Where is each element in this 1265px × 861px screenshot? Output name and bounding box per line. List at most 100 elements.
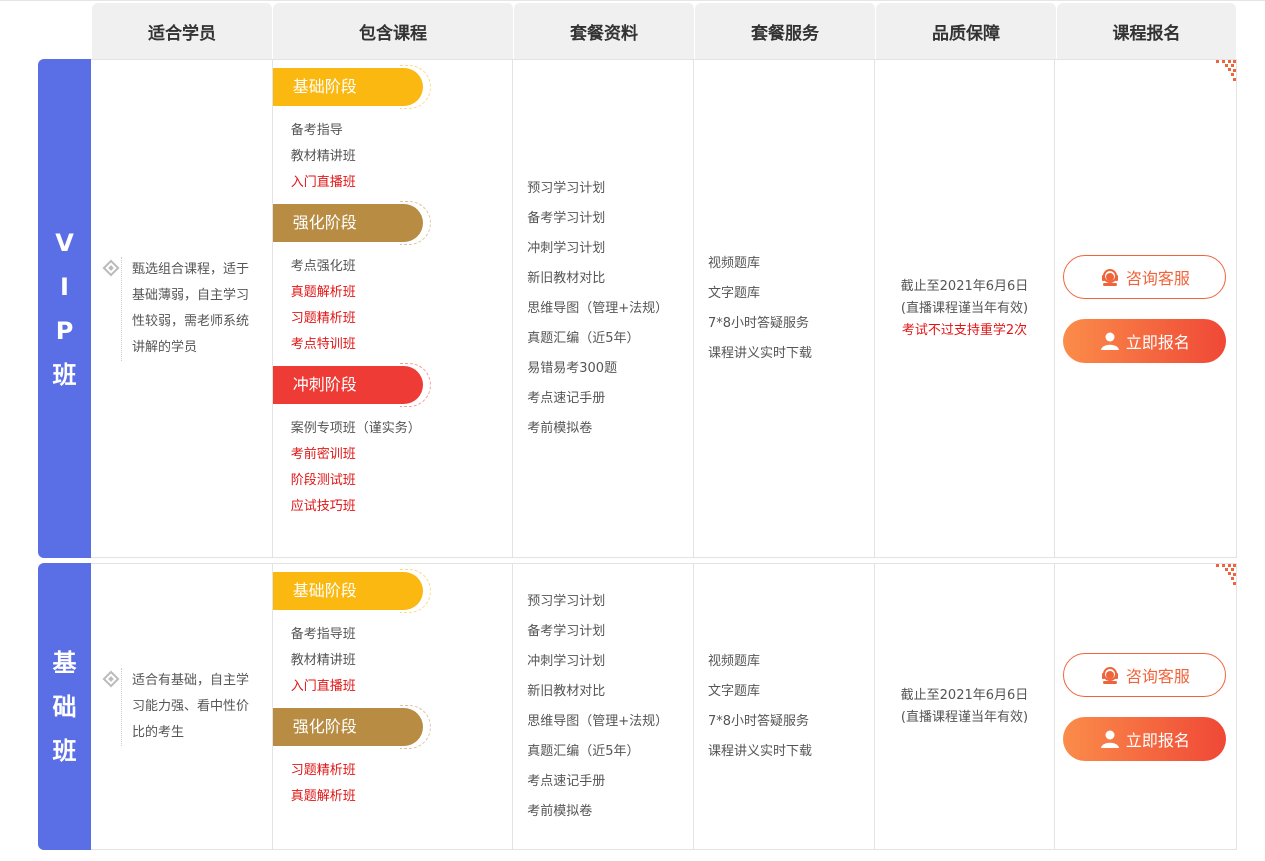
enroll-button[interactable]: 立即报名 (1063, 318, 1227, 363)
course-item[interactable]: 考点特训班 (291, 332, 513, 358)
services-cell: 视频题库文字题库 7*8小时答疑服务 课程讲义实时下载 (692, 60, 874, 557)
row-label: 基础班 (38, 563, 91, 850)
qr-code-icon[interactable] (1212, 564, 1237, 588)
material-item: 备考学习计划 (527, 210, 606, 226)
course-item[interactable]: 阶段测试班 (291, 468, 513, 494)
course-item[interactable]: 入门直播班 (291, 674, 513, 700)
consult-button[interactable]: 咨询客服 (1063, 652, 1227, 697)
user-icon (1100, 729, 1126, 749)
top-divider (0, 0, 1265, 1)
consult-label: 咨询客服 (1125, 666, 1190, 686)
material-item: 思维导图（管理+法规） (527, 713, 669, 729)
row-label-char: 基 (52, 648, 77, 677)
services-list: 视频题库文字题库 7*8小时答疑服务 课程讲义实时下载 (708, 249, 812, 369)
course-item[interactable]: 真题解析班 (291, 280, 513, 306)
header-enroll: 课程报名 (1057, 3, 1237, 59)
material-item: 新旧教材对比 (527, 683, 606, 699)
materials-cell: 预习学习计划 备考学习计划 冲刺学习计划 新旧教材对比 思维导图（管理+法规） 真题汇编（… (512, 564, 693, 849)
students-cell: 适合有基础，自主学习能力强、看中性价比的考生 (91, 564, 272, 849)
students-description: 甄选组合课程，适于基础薄弱，自主学习性较弱，需老师系统讲解的学员 (121, 256, 250, 361)
row-label-char: P (55, 316, 74, 345)
enroll-cell: 咨询客服 立即报名 (1054, 564, 1237, 849)
course-list: 备考指导 教材精讲班 入门直播班 (273, 106, 513, 204)
service-item: 课程讲义实时下载 (707, 743, 812, 759)
enroll-label: 立即报名 (1125, 730, 1190, 750)
material-item: 冲刺学习计划 (527, 240, 606, 256)
stage-badge: 基础阶段 (272, 65, 431, 109)
service-item: 视频题库 (707, 653, 760, 669)
row-label: VIP班 (38, 59, 91, 558)
material-item: 考点速记手册 (527, 390, 606, 406)
user-icon (1100, 331, 1126, 351)
course-row: V I P 班甄选组合课程，适于基础薄弱，自主学习性较弱，需老师系统讲解的学员 基础阶段… (38, 59, 1237, 558)
stage-badge: 冲刺阶段 (272, 363, 431, 407)
guarantee-text: 截止至2021年6月6日 (直播课程谨当年有效) 考试不过支持重学2次 (875, 276, 1055, 342)
materials-list: 预习学习计划 备考学习计划 冲刺学习计划 新旧教材对比 思维导图（管理+法规） 真题汇编（… (527, 174, 668, 444)
courses-cell: 基础阶段 备考指导班 教材精讲班 入门直播班 强化阶段 习题精析班 真题解析班 (271, 564, 513, 849)
row-label-char: 础 (52, 692, 77, 721)
material-item: 易错易考300题 (527, 360, 618, 376)
course-item[interactable]: 备考指导 (291, 118, 513, 144)
students-block: 甄选组合课程，适于基础薄弱，自主学习性较弱，需老师系统讲解的学员 (102, 256, 250, 361)
header-students: 适合学员 (92, 3, 273, 59)
material-item: 冲刺学习计划 (527, 653, 606, 669)
service-item: 7*8小时答疑服务 (707, 713, 809, 729)
guarantee-line: 截止至2021年6月6日 (900, 278, 1029, 294)
header-courses: 包含课程 (273, 3, 514, 59)
course-list: 习题精析班 真题解析班 (273, 746, 513, 818)
row-label-char: 班 (52, 360, 77, 389)
row-grid: 适合有基础，自主学习能力强、看中性价比的考生 基础阶段 备考指导班 教材精讲班 入门直播… (91, 563, 1237, 850)
consult-label: 咨询客服 (1125, 268, 1190, 288)
guarantee-line: (直播课程谨当年有效) (900, 300, 1029, 316)
students-cell: 甄选组合课程，适于基础薄弱，自主学习性较弱，需老师系统讲解的学员 (91, 60, 272, 557)
course-item[interactable]: 教材精讲班 (291, 648, 513, 674)
course-item[interactable]: 习题精析班 (291, 306, 513, 332)
service-item: 视频题库 (707, 255, 760, 271)
guarantee-line: 截止至2021年6月6日 (900, 687, 1029, 703)
stage-badge: 基础阶段 (272, 569, 431, 613)
course-item[interactable]: 教材精讲班 (291, 144, 513, 170)
students-description: 适合有基础，自主学习能力强、看中性价比的考生 (121, 667, 250, 746)
headset-icon (1100, 665, 1126, 685)
guarantee-text: 截止至2021年6月6日 (直播课程谨当年有效) (875, 685, 1055, 729)
headset-icon (1100, 267, 1126, 287)
course-item[interactable]: 入门直播班 (291, 170, 513, 196)
service-item: 课程讲义实时下载 (707, 345, 812, 361)
materials-cell: 预习学习计划 备考学习计划 冲刺学习计划 新旧教材对比 思维导图（管理+法规） 真题汇编（… (512, 60, 693, 557)
row-grid: 甄选组合课程，适于基础薄弱，自主学习性较弱，需老师系统讲解的学员 基础阶段 备考指导… (91, 59, 1237, 558)
enroll-label: 立即报名 (1125, 332, 1190, 352)
course-item[interactable]: 案例专项班（谨实务） (291, 416, 513, 442)
material-item: 考前模拟卷 (527, 803, 593, 819)
course-item[interactable]: 习题精析班 (291, 758, 513, 784)
material-item: 思维导图（管理+法规） (527, 300, 669, 316)
service-item: 文字题库 (707, 285, 760, 301)
material-item: 考前模拟卷 (527, 420, 593, 436)
enroll-button[interactable]: 立即报名 (1063, 716, 1227, 761)
guarantee-cell: 截止至2021年6月6日 (直播课程谨当年有效) 考试不过支持重学2次 (873, 60, 1055, 557)
course-item[interactable]: 考点强化班 (291, 254, 513, 280)
header-guarantee: 品质保障 (876, 3, 1057, 59)
service-item: 7*8小时答疑服务 (707, 315, 809, 331)
guarantee-warning: 考试不过支持重学2次 (901, 322, 1028, 338)
course-item[interactable]: 真题解析班 (291, 784, 513, 810)
row-label-char: V (55, 228, 74, 257)
diamond-icon (102, 259, 120, 276)
students-block: 适合有基础，自主学习能力强、看中性价比的考生 (102, 667, 250, 746)
material-item: 新旧教材对比 (527, 270, 606, 286)
row-label-char: 班 (52, 736, 77, 765)
stage-badge: 强化阶段 (272, 705, 431, 749)
header-services: 套餐服务 (695, 3, 876, 59)
qr-code-icon[interactable] (1212, 60, 1237, 84)
materials-list: 预习学习计划 备考学习计划 冲刺学习计划 新旧教材对比 思维导图（管理+法规） 真题汇编（… (527, 587, 668, 827)
material-item: 真题汇编（近5年） (527, 743, 640, 759)
enroll-cell: 咨询客服 立即报名 (1054, 60, 1237, 557)
diamond-icon (102, 670, 120, 687)
course-item[interactable]: 考前密训班 (291, 442, 513, 468)
course-list: 案例专项班（谨实务） 考前密训班 阶段测试班 应试技巧班 (273, 404, 513, 528)
course-item[interactable]: 应试技巧班 (291, 494, 513, 520)
course-item[interactable]: 备考指导班 (291, 622, 513, 648)
material-item: 考点速记手册 (527, 773, 606, 789)
consult-button[interactable]: 咨询客服 (1063, 254, 1227, 299)
material-item: 预习学习计划 (527, 593, 606, 609)
service-item: 文字题库 (707, 683, 760, 699)
